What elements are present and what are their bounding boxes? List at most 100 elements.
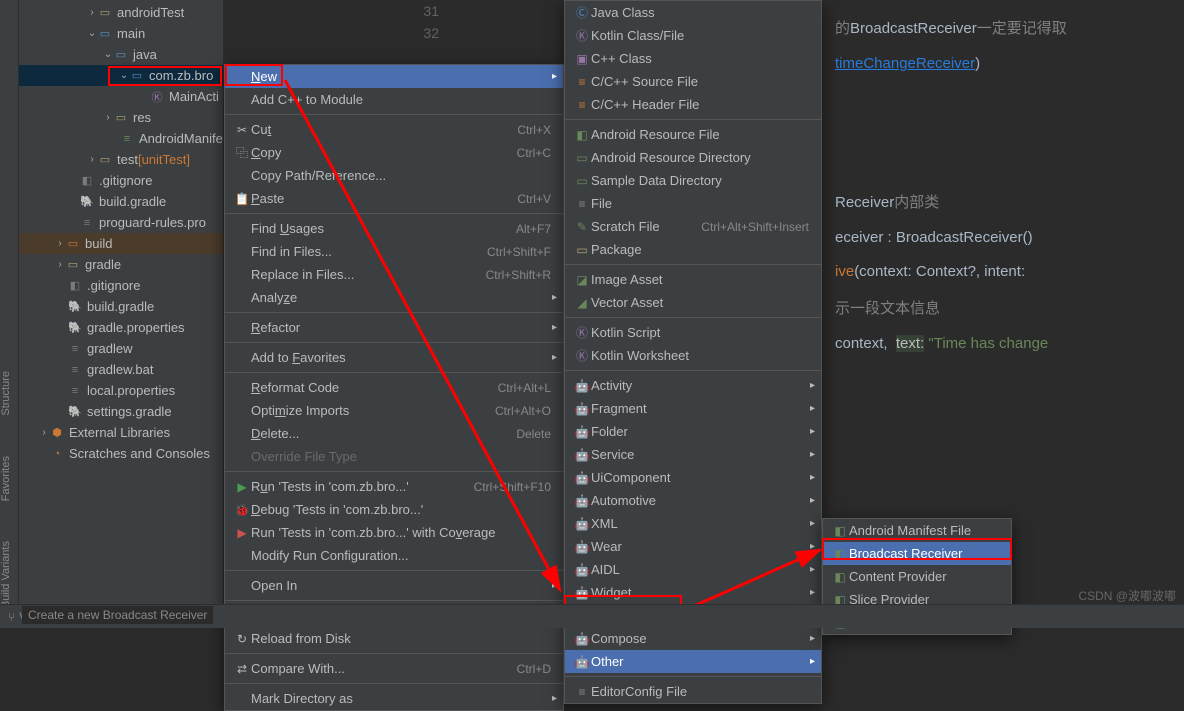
menu-item-c-class[interactable]: ▣C++ Class [565, 47, 821, 70]
menu-item-replace-in-files[interactable]: Replace in Files...Ctrl+Shift+R [225, 263, 563, 286]
menu-item-aidl[interactable]: 🤖AIDL▸ [565, 558, 821, 581]
menu-item-broadcast-receiver[interactable]: ◧Broadcast Receiver [823, 542, 1011, 565]
menu-item-new[interactable]: New▸ [225, 65, 563, 88]
menu-label: XML [591, 516, 809, 531]
menu-item-delete[interactable]: Delete...Delete [225, 422, 563, 445]
menu-item-fragment[interactable]: 🤖Fragment▸ [565, 397, 821, 420]
tree-androidtest[interactable]: ›▭androidTest [19, 2, 223, 23]
tree-manifest[interactable]: ≡AndroidManife [19, 128, 223, 149]
tree-external-libraries[interactable]: ›⬢External Libraries [19, 422, 223, 443]
submenu-arrow-icon: ▸ [810, 495, 815, 506]
tree-gradle-properties[interactable]: 🐘gradle.properties [19, 317, 223, 338]
menu-item-image-asset[interactable]: ◪Image Asset [565, 268, 821, 291]
menu-item-uicomponent[interactable]: 🤖UiComponent▸ [565, 466, 821, 489]
menu-item-xml[interactable]: 🤖XML▸ [565, 512, 821, 535]
menu-item-add-to-favorites[interactable]: Add to Favorites▸ [225, 346, 563, 369]
tab-favorites[interactable]: Favorites [0, 456, 18, 501]
menu-item-copy-path-reference[interactable]: Copy Path/Reference... [225, 164, 563, 187]
menu-item-run-tests-in-com-zb-bro[interactable]: ▶Run 'Tests in 'com.zb.bro...'Ctrl+Shift… [225, 475, 563, 498]
menu-item-activity[interactable]: 🤖Activity▸ [565, 374, 821, 397]
menu-item-file[interactable]: ≡File [565, 192, 821, 215]
menu-label: Activity [591, 378, 809, 393]
menu-item-package[interactable]: ▭Package [565, 238, 821, 261]
menu-icon: ▭ [573, 151, 591, 165]
tree-local-properties[interactable]: ≡local.properties [19, 380, 223, 401]
menu-item-kotlin-script[interactable]: ⓀKotlin Script [565, 321, 821, 344]
tree-build-gradle[interactable]: 🐘build.gradle [19, 191, 223, 212]
menu-item-android-manifest-file[interactable]: ◧Android Manifest File [823, 519, 1011, 542]
menu-icon: ◧ [831, 570, 849, 584]
menu-label: Copy Path/Reference... [251, 168, 551, 183]
menu-label: Android Resource File [591, 127, 809, 142]
menu-item-c-c-source-file[interactable]: ≡C/C++ Source File [565, 70, 821, 93]
tree-settings-gradle[interactable]: 🐘settings.gradle [19, 401, 223, 422]
menu-icon: 🤖 [573, 425, 591, 439]
menu-item-service[interactable]: 🤖Service▸ [565, 443, 821, 466]
menu-item-paste[interactable]: 📋PasteCtrl+V [225, 187, 563, 210]
menu-item-wear[interactable]: 🤖Wear▸ [565, 535, 821, 558]
menu-item-find-usages[interactable]: Find UsagesAlt+F7 [225, 217, 563, 240]
menu-item-compare-with[interactable]: ⇄Compare With...Ctrl+D [225, 657, 563, 680]
menu-item-c-c-header-file[interactable]: ≡C/C++ Header File [565, 93, 821, 116]
menu-item-modify-run-configuration[interactable]: Modify Run Configuration... [225, 544, 563, 567]
menu-item-android-resource-directory[interactable]: ▭Android Resource Directory [565, 146, 821, 169]
menu-item-widget[interactable]: 🤖Widget▸ [565, 581, 821, 604]
tree-proguard[interactable]: ≡proguard-rules.pro [19, 212, 223, 233]
project-tree[interactable]: ›▭androidTest ⌄▭main ⌄▭java ⌄▭com.zb.bro… [19, 0, 224, 628]
menu-item-other[interactable]: 🤖Other▸ [565, 650, 821, 673]
menu-label: Package [591, 242, 809, 257]
tree-gradle-folder[interactable]: ›▭gradle [19, 254, 223, 275]
submenu-arrow-icon: ▸ [810, 656, 815, 667]
menu-item-android-resource-file[interactable]: ◧Android Resource File [565, 123, 821, 146]
menu-label: Override File Type [251, 449, 551, 464]
menu-item-automotive[interactable]: 🤖Automotive▸ [565, 489, 821, 512]
menu-label: AIDL [591, 562, 809, 577]
tree-java[interactable]: ⌄▭java [19, 44, 223, 65]
tab-build-variants[interactable]: Build Variants [0, 541, 18, 608]
tree-test[interactable]: ›▭test [unitTest] [19, 149, 223, 170]
tree-scratches[interactable]: ◔Scratches and Consoles [19, 443, 223, 464]
tree-mainactivity[interactable]: ⓀMainActi [19, 86, 223, 107]
menu-item-analyze[interactable]: Analyze▸ [225, 286, 563, 309]
tree-gitignore[interactable]: ◧.gitignore [19, 170, 223, 191]
tree-gradlew-bat[interactable]: ≡gradlew.bat [19, 359, 223, 380]
menu-item-open-in[interactable]: Open In▸ [225, 574, 563, 597]
menu-item-reformat-code[interactable]: Reformat CodeCtrl+Alt+L [225, 376, 563, 399]
menu-shortcut: Ctrl+Shift+F [467, 245, 551, 259]
menu-item-scratch-file[interactable]: ✎Scratch FileCtrl+Alt+Shift+Insert [565, 215, 821, 238]
submenu-arrow-icon: ▸ [810, 633, 815, 644]
menu-item-sample-data-directory[interactable]: ▭Sample Data Directory [565, 169, 821, 192]
tree-main[interactable]: ⌄▭main [19, 23, 223, 44]
menu-item-vector-asset[interactable]: ◢Vector Asset [565, 291, 821, 314]
menu-item-refactor[interactable]: Refactor▸ [225, 316, 563, 339]
submenu-new[interactable]: ⒸJava ClassⓀKotlin Class/File▣C++ Class≡… [564, 0, 822, 704]
menu-item-cut[interactable]: ✂CutCtrl+X [225, 118, 563, 141]
menu-item-add-c-to-module[interactable]: Add C++ to Module [225, 88, 563, 111]
menu-item-compose[interactable]: 🤖Compose▸ [565, 627, 821, 650]
menu-item-kotlin-worksheet[interactable]: ⓀKotlin Worksheet [565, 344, 821, 367]
tree-gitignore2[interactable]: ◧.gitignore [19, 275, 223, 296]
menu-item-run-tests-in-com-zb-bro-with-coverage[interactable]: ▶Run 'Tests in 'com.zb.bro...' with Cove… [225, 521, 563, 544]
menu-icon: ↻ [233, 632, 251, 646]
tree-package-selected[interactable]: ⌄▭com.zb.bro [19, 65, 223, 86]
submenu-arrow-icon: ▸ [810, 541, 815, 552]
menu-item-copy[interactable]: ⿻CopyCtrl+C [225, 141, 563, 164]
menu-icon: 📋 [233, 192, 251, 206]
menu-item-folder[interactable]: 🤖Folder▸ [565, 420, 821, 443]
menu-item-mark-directory-as[interactable]: Mark Directory as▸ [225, 687, 563, 710]
menu-item-find-in-files[interactable]: Find in Files...Ctrl+Shift+F [225, 240, 563, 263]
tree-build-gradle2[interactable]: 🐘build.gradle [19, 296, 223, 317]
submenu-arrow-icon: ▸ [552, 580, 557, 591]
menu-item-kotlin-class-file[interactable]: ⓀKotlin Class/File [565, 24, 821, 47]
tree-build-folder[interactable]: ›▭build [19, 233, 223, 254]
tab-structure[interactable]: Structure [0, 371, 18, 416]
menu-item-content-provider[interactable]: ◧Content Provider [823, 565, 1011, 588]
tree-res[interactable]: ›▭res [19, 107, 223, 128]
menu-icon: ◧ [831, 524, 849, 538]
menu-item-editorconfig-file[interactable]: ≡EditorConfig File [565, 680, 821, 703]
tree-gradlew[interactable]: ≡gradlew [19, 338, 223, 359]
menu-item-java-class[interactable]: ⒸJava Class [565, 1, 821, 24]
menu-item-optimize-imports[interactable]: Optimize ImportsCtrl+Alt+O [225, 399, 563, 422]
menu-item-reload-from-disk[interactable]: ↻Reload from Disk [225, 627, 563, 650]
menu-item-debug-tests-in-com-zb-bro[interactable]: 🐞Debug 'Tests in 'com.zb.bro...' [225, 498, 563, 521]
